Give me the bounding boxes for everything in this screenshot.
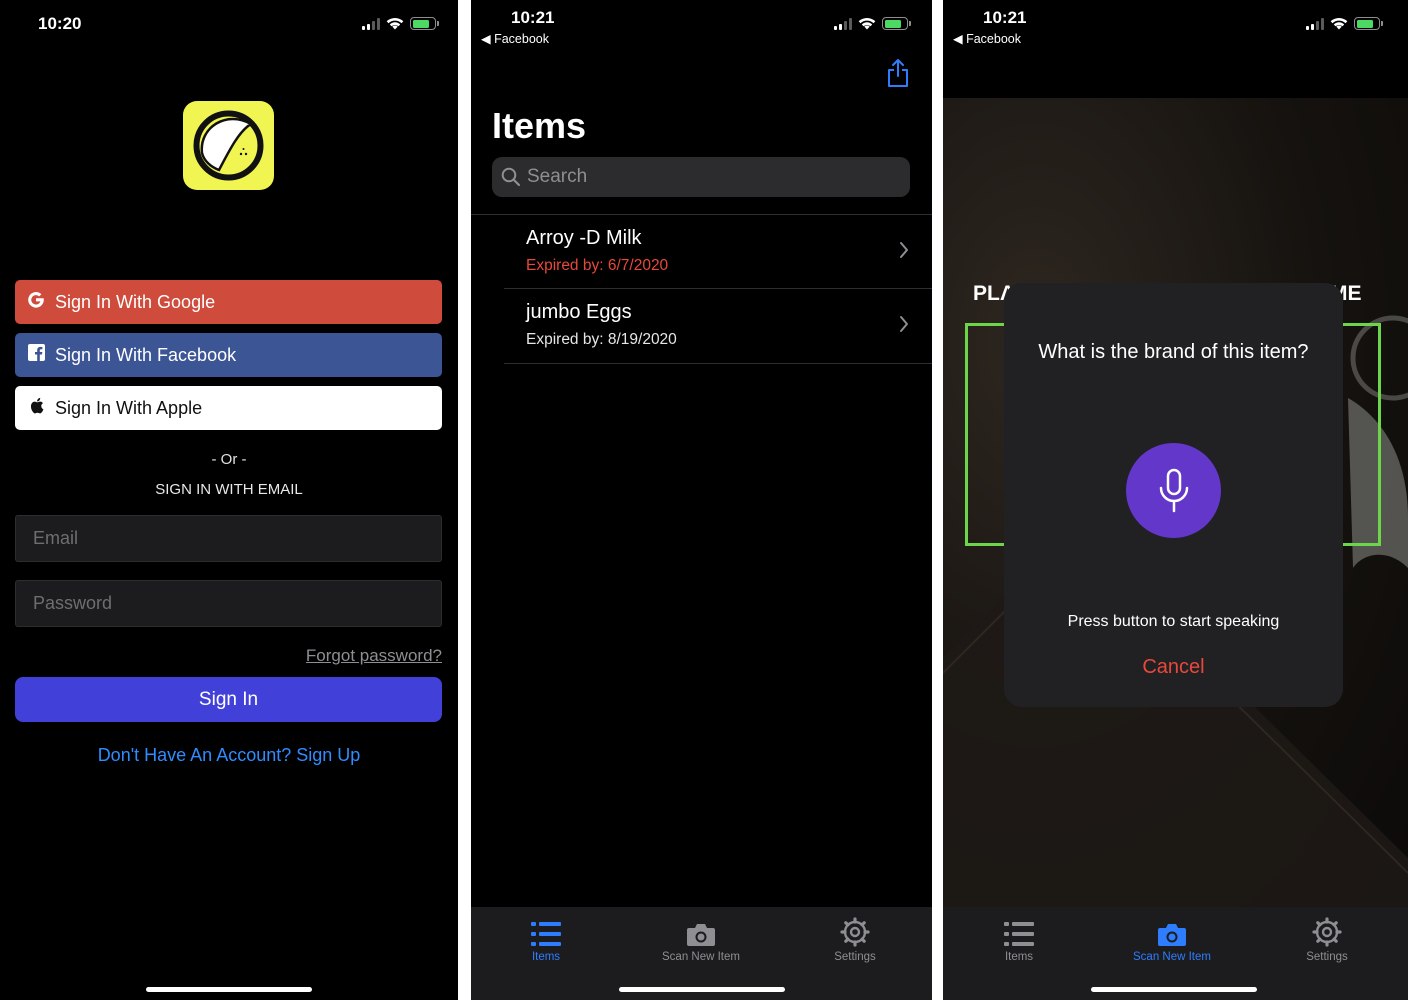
signin-button[interactable]: Sign In bbox=[15, 677, 442, 722]
google-icon bbox=[25, 290, 47, 315]
item-expiry: Expired by: 6/7/2020 bbox=[526, 257, 669, 274]
camera-icon bbox=[687, 924, 715, 946]
list-item[interactable]: Arroy -D Milk Expired by: 6/7/2020 bbox=[471, 215, 932, 289]
voice-prompt-dialog: What is the brand of this item? Press bu… bbox=[1004, 283, 1343, 707]
item-name: jumbo Eggs bbox=[526, 301, 632, 323]
scan-screen: 10:21 ◀ Facebook PLA ME What is the bran… bbox=[943, 0, 1408, 1000]
apple-signin-button[interactable]: Sign In With Apple bbox=[15, 386, 442, 430]
cancel-button[interactable]: Cancel bbox=[1004, 656, 1343, 679]
app-logo bbox=[183, 101, 274, 190]
chevron-right-icon bbox=[900, 242, 908, 258]
list-item[interactable]: jumbo Eggs Expired by: 8/19/2020 bbox=[471, 289, 932, 363]
status-time: 10:21 bbox=[511, 8, 555, 27]
apple-icon bbox=[25, 397, 47, 419]
microphone-button[interactable] bbox=[1126, 443, 1221, 538]
chevron-right-icon bbox=[900, 316, 908, 332]
tab-scan-label: Scan New Item bbox=[662, 951, 740, 963]
tab-items-label: Items bbox=[531, 951, 561, 963]
email-field[interactable]: Email bbox=[15, 515, 442, 562]
search-input[interactable]: Search bbox=[492, 157, 910, 197]
password-field[interactable]: Password bbox=[15, 580, 442, 627]
home-indicator bbox=[1091, 987, 1257, 992]
status-bar: 10:21 ◀ Facebook bbox=[943, 0, 1408, 50]
cellular-signal-icon bbox=[362, 18, 380, 30]
tab-scan-label: Scan New Item bbox=[1133, 951, 1211, 963]
status-bar: 10:20 bbox=[0, 0, 458, 50]
tab-items[interactable]: Items bbox=[481, 915, 611, 963]
camera-icon bbox=[1158, 924, 1186, 946]
back-to-facebook-link[interactable]: ◀ Facebook bbox=[481, 31, 549, 46]
tab-settings-label: Settings bbox=[834, 951, 876, 963]
battery-icon bbox=[410, 17, 439, 30]
list-icon bbox=[1004, 922, 1034, 946]
apple-signin-label: Sign In With Apple bbox=[55, 397, 203, 418]
home-indicator bbox=[619, 987, 785, 992]
wifi-icon bbox=[858, 17, 876, 30]
status-icons bbox=[834, 17, 911, 30]
status-bar: 10:21 ◀ Facebook bbox=[471, 0, 932, 50]
or-divider-text: - Or - bbox=[211, 451, 247, 468]
cellular-signal-icon bbox=[834, 18, 852, 30]
home-indicator bbox=[146, 987, 312, 992]
cellular-signal-icon bbox=[1306, 18, 1324, 30]
back-to-facebook-link[interactable]: ◀ Facebook bbox=[953, 31, 1021, 46]
status-time: 10:21 bbox=[983, 8, 1027, 27]
google-signin-label: Sign In With Google bbox=[55, 291, 216, 312]
facebook-signin-button[interactable]: Sign In With Facebook bbox=[15, 333, 442, 377]
email-placeholder: Email bbox=[33, 528, 79, 548]
forgot-password-link[interactable]: Forgot password? bbox=[306, 646, 442, 666]
items-screen: 10:21 ◀ Facebook Items Search Arroy -D M… bbox=[471, 0, 932, 1000]
gear-icon bbox=[840, 917, 870, 947]
signup-link[interactable]: Don't Have An Account? Sign Up bbox=[0, 745, 458, 766]
list-icon bbox=[531, 922, 561, 946]
item-expiry: Expired by: 8/19/2020 bbox=[526, 331, 677, 348]
search-placeholder: Search bbox=[527, 166, 588, 187]
share-icon[interactable] bbox=[886, 58, 910, 88]
tab-items[interactable]: Items bbox=[954, 915, 1084, 963]
tab-settings-label: Settings bbox=[1306, 951, 1348, 963]
wifi-icon bbox=[1330, 17, 1348, 30]
gear-icon bbox=[1312, 917, 1342, 947]
dialog-instruction: Press button to start speaking bbox=[1067, 613, 1280, 630]
tab-scan-new-item[interactable]: Scan New Item bbox=[1107, 915, 1237, 963]
google-signin-button[interactable]: Sign In With Google bbox=[15, 280, 442, 324]
microphone-icon bbox=[1159, 468, 1188, 512]
status-time: 10:20 bbox=[38, 14, 82, 33]
dialog-question: What is the brand of this item? bbox=[1038, 341, 1309, 363]
password-placeholder: Password bbox=[33, 593, 113, 613]
tab-scan-new-item[interactable]: Scan New Item bbox=[636, 915, 766, 963]
list-divider bbox=[504, 363, 932, 364]
page-title: Items bbox=[492, 105, 587, 146]
tab-settings[interactable]: Settings bbox=[1262, 915, 1392, 963]
tab-items-label: Items bbox=[1004, 951, 1034, 963]
email-signin-heading: SIGN IN WITH EMAIL bbox=[155, 481, 303, 498]
tab-settings[interactable]: Settings bbox=[790, 915, 920, 963]
item-name: Arroy -D Milk bbox=[526, 227, 642, 249]
wifi-icon bbox=[386, 17, 404, 30]
facebook-signin-label: Sign In With Facebook bbox=[55, 344, 237, 365]
login-screen: 10:20 Sign In With Google Sign In With F… bbox=[0, 0, 458, 1000]
status-icons bbox=[1306, 17, 1383, 30]
search-icon bbox=[501, 167, 521, 187]
battery-icon bbox=[1354, 17, 1383, 30]
facebook-icon bbox=[25, 344, 47, 366]
battery-icon bbox=[882, 17, 911, 30]
status-icons bbox=[362, 17, 439, 30]
